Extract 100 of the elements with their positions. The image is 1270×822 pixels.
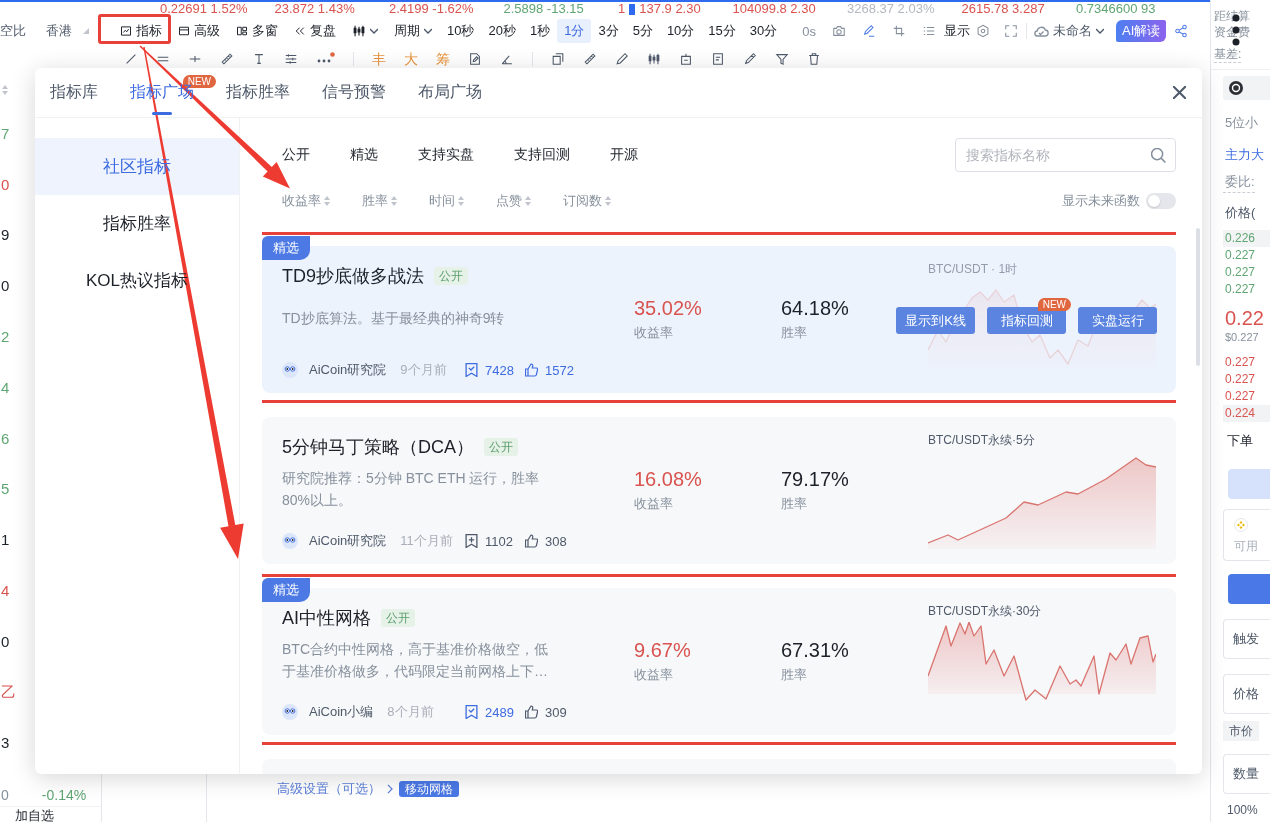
interval-button[interactable]: 5分 (625, 19, 660, 43)
interval-button[interactable]: 3分 (591, 19, 626, 43)
author-name[interactable]: AiCoin研究院 (309, 532, 387, 550)
search-icon[interactable] (1151, 147, 1166, 163)
layout-dropdown[interactable]: 未命名 (1027, 18, 1110, 44)
ticker-quote: 2615.78 3.287 (961, 2, 1045, 16)
price-level[interactable]: 0.227 (1223, 371, 1270, 388)
market-label[interactable]: 香港 (46, 22, 72, 40)
market-label[interactable]: 空比 (0, 22, 26, 40)
price-level[interactable]: 0.227 (1223, 354, 1270, 371)
note-icon[interactable] (711, 52, 725, 66)
pen-icon[interactable] (743, 52, 757, 66)
toolbar-button[interactable]: 复盘 (286, 18, 344, 44)
ticker-quote: 104099.8 2.30 (732, 2, 816, 16)
input-field[interactable]: 价格 (1223, 674, 1270, 714)
toolbar-button[interactable]: 高级 (170, 18, 228, 44)
price-level[interactable]: 0.224 (1223, 405, 1270, 422)
interval-button[interactable]: 10分 (659, 19, 702, 43)
text-tool-icon[interactable] (252, 52, 266, 66)
sort-icon (605, 196, 611, 206)
interval-button[interactable]: 1秒 (522, 19, 558, 43)
new-badge: NEW (1037, 298, 1071, 311)
ticker-quote: 2.5898 -13.15 (503, 2, 584, 16)
ruler-icon[interactable] (583, 52, 597, 66)
toolbar-button[interactable]: 指标 (112, 18, 170, 44)
usd-price: $0.227 (1224, 330, 1259, 344)
add-watchlist-button[interactable]: 加自选 (15, 807, 54, 822)
bookmark-icon[interactable] (465, 363, 478, 377)
like-icon[interactable] (525, 705, 538, 719)
marker-icon (629, 3, 636, 15)
action-button[interactable]: 指标回测 (987, 307, 1066, 334)
rewind-icon (294, 25, 306, 37)
mode-button[interactable] (1223, 76, 1270, 100)
filter-tab[interactable]: 公开 (282, 146, 310, 164)
return-value: 16.08% (634, 467, 702, 491)
toolbar-button[interactable]: 多窗 (228, 18, 286, 44)
filter-tab[interactable]: 支持实盘 (418, 146, 474, 164)
box-icon[interactable] (679, 52, 693, 66)
percent-label[interactable]: 100% (1223, 802, 1258, 818)
interval-button[interactable]: 1分 (557, 19, 592, 43)
share-icon[interactable] (1174, 24, 1189, 38)
trash-icon[interactable] (807, 52, 821, 66)
mode-tag[interactable]: 移动网格 (399, 781, 459, 797)
filter-link[interactable]: 主力大 (1223, 144, 1264, 166)
settings-icon[interactable] (976, 24, 990, 38)
period-dropdown[interactable]: 周期 (386, 18, 440, 44)
price-level[interactable]: 0.227 (1223, 388, 1270, 405)
toggle-switch[interactable] (1146, 193, 1176, 209)
win-rate-value: 64.18% (781, 296, 849, 320)
dialog-tab[interactable]: 信号预警 (322, 68, 386, 117)
ai-button[interactable]: AI解读 (1116, 20, 1167, 42)
filter-tab[interactable]: 支持回测 (514, 146, 570, 164)
bookmark-icon[interactable] (465, 705, 478, 719)
ticker-quote: 23.872 1.43% (274, 2, 355, 16)
like-count: 309 (545, 704, 567, 720)
input-field[interactable]: 数量 (1223, 754, 1270, 794)
candlestick-icon (352, 24, 366, 38)
candlestick-icon[interactable] (647, 52, 661, 66)
display-button[interactable]: 显示 (942, 18, 972, 44)
list-icon[interactable] (922, 24, 936, 38)
dialog-tab[interactable]: 指标库 (50, 68, 98, 117)
interval-button[interactable]: 30分 (742, 19, 785, 43)
camera-icon[interactable] (832, 24, 846, 38)
ticker-quote: 2.4199 -1.62% (389, 2, 474, 16)
pen-icon[interactable] (862, 24, 876, 38)
line-tool-icon[interactable] (124, 52, 138, 66)
card-title: 5分钟马丁策略（DCA） (282, 436, 474, 459)
sliders-icon[interactable] (284, 52, 298, 66)
interval-button[interactable]: 20秒 (481, 19, 523, 43)
filter-icon[interactable] (775, 52, 789, 66)
interval-button[interactable]: 15分 (701, 19, 743, 43)
indicator-card[interactable]: 5分钟马丁策略（DCA） 公开 研究院推荐：5分钟 BTC ETH 运行，胜率80%以上。 AiCoin研究院 11个月前 1102 308 16.08% 收益率 79.17% 胜率 BTC/USDT永续·5分 (262, 417, 1176, 564)
author-name[interactable]: AiCoin小编 (309, 703, 374, 721)
action-button[interactable]: 实盘运行 (1078, 307, 1157, 334)
sort-option[interactable]: 点赞 (496, 192, 531, 210)
like-icon[interactable] (525, 534, 538, 548)
input-field[interactable]: 触发 (1223, 619, 1270, 659)
scrollbar-thumb[interactable] (1196, 228, 1200, 366)
filter-tab[interactable]: 开源 (610, 146, 638, 164)
action-button[interactable]: 显示到K线 (896, 307, 975, 334)
like-icon[interactable] (525, 363, 538, 377)
post-time: 8个月前 (387, 703, 434, 721)
search-field[interactable]: 搜索指标名称 (955, 138, 1176, 172)
author-name[interactable]: AiCoin研究院 (309, 361, 387, 379)
close-icon[interactable] (1173, 86, 1186, 99)
ruler-icon[interactable] (220, 52, 234, 66)
edit-icon[interactable] (468, 52, 482, 66)
filter-tab[interactable]: 精选 (350, 146, 378, 164)
bookmark-icon[interactable] (465, 534, 478, 548)
interval-button[interactable]: 10秒 (440, 19, 482, 43)
copy-icon[interactable] (551, 52, 565, 66)
sidebar-item[interactable]: 指标胜率 (35, 195, 239, 252)
crop-icon[interactable] (892, 24, 906, 38)
order-type-chip[interactable]: 市价 (1223, 721, 1259, 741)
watchlist-value: 0 (1, 277, 10, 295)
dialog-tab[interactable]: 布局广场 (418, 68, 482, 117)
watchlist-value: 2 (1, 328, 10, 346)
pen-icon[interactable] (615, 52, 629, 66)
settings-link[interactable]: 高级设置（可选） (277, 781, 381, 797)
dialog-tab[interactable]: 指标胜率 (226, 68, 290, 117)
